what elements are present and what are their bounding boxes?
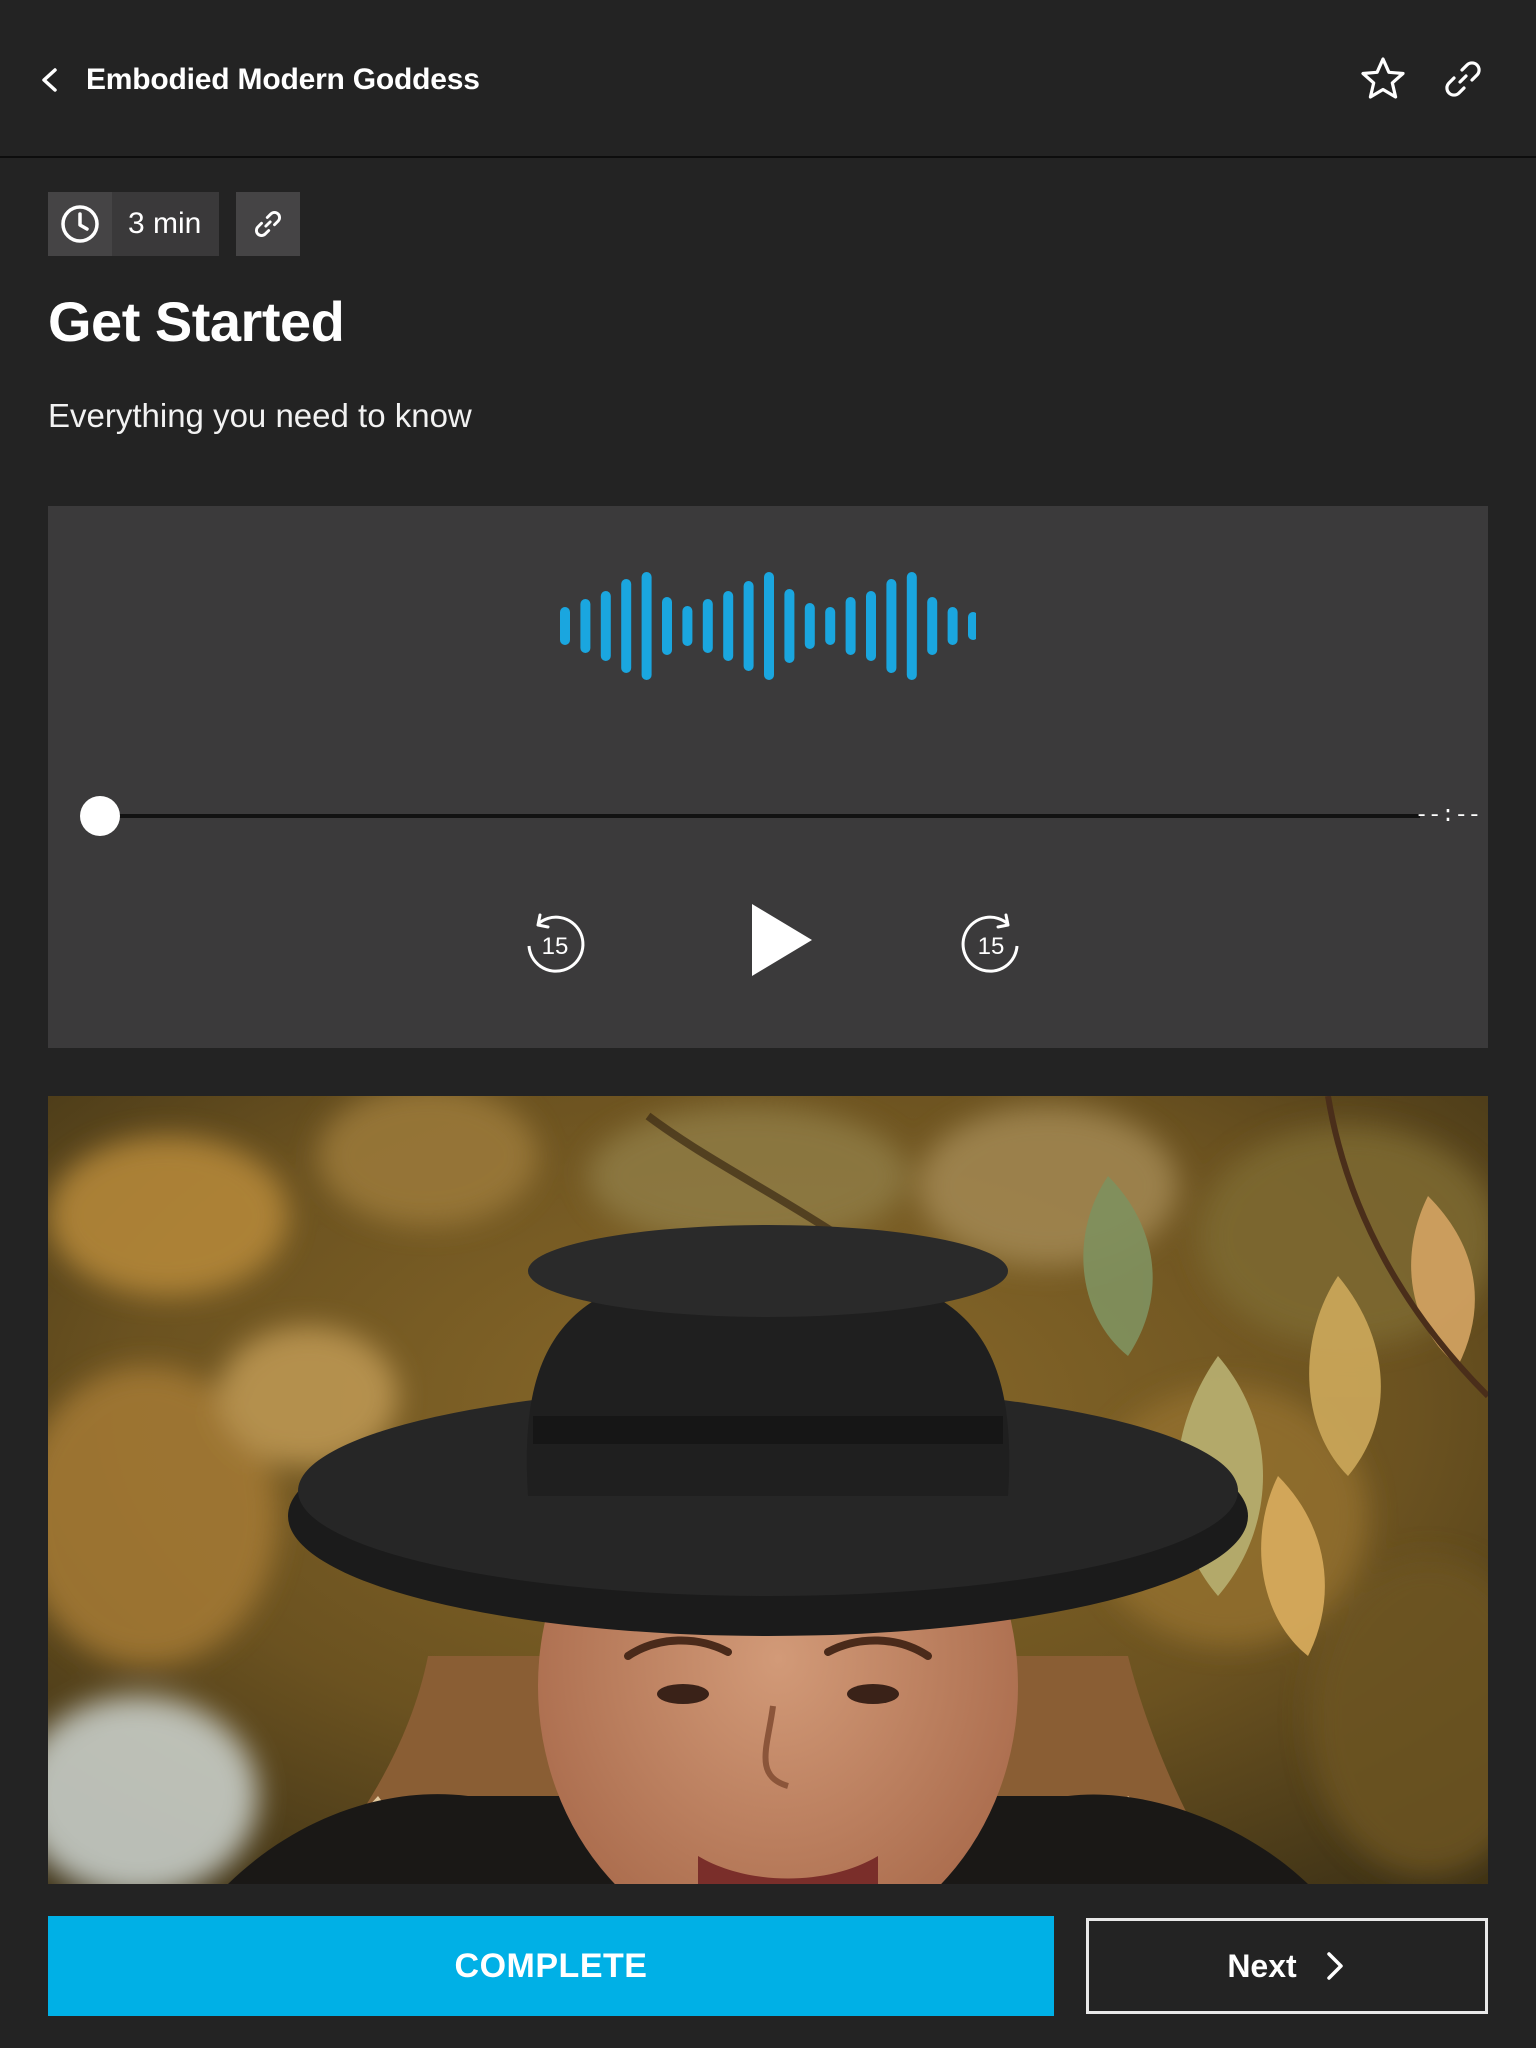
waveform-bar bbox=[764, 572, 774, 680]
complete-button[interactable]: COMPLETE bbox=[48, 1916, 1054, 2016]
cover-illustration bbox=[48, 1096, 1488, 1884]
waveform-bar bbox=[968, 612, 976, 640]
seek-bar[interactable] bbox=[100, 814, 1420, 818]
top-bar: Embodied Modern Goddess bbox=[0, 0, 1536, 158]
play-button[interactable] bbox=[730, 890, 830, 990]
waveform-bar bbox=[621, 579, 632, 673]
waveform-bar bbox=[845, 597, 856, 655]
waveform-bar bbox=[927, 597, 938, 655]
share-link-button[interactable] bbox=[1438, 54, 1488, 104]
link-icon bbox=[1445, 61, 1481, 97]
waveform-bar bbox=[784, 589, 795, 663]
copy-link-button[interactable] bbox=[236, 192, 300, 256]
lesson-cover-image bbox=[48, 1096, 1488, 1884]
lesson-screen: Embodied Modern Goddess 3 min Get Starte… bbox=[0, 0, 1536, 2048]
waveform-bar bbox=[682, 606, 693, 646]
waveform-bar bbox=[560, 607, 570, 645]
waveform-bar bbox=[600, 591, 611, 661]
waveform-icon bbox=[560, 572, 976, 680]
waveform-bar bbox=[825, 607, 836, 645]
duration-label: 3 min bbox=[128, 207, 202, 240]
rewind-seconds: 15 bbox=[542, 933, 569, 960]
forward-15-icon: 15 bbox=[961, 913, 1019, 973]
duration-icon-box bbox=[48, 192, 112, 256]
play-icon bbox=[752, 904, 812, 976]
waveform-bar bbox=[866, 591, 876, 661]
waveform-bar bbox=[906, 572, 917, 680]
lesson-subtitle: Everything you need to know bbox=[48, 397, 472, 434]
next-button[interactable]: Next bbox=[1086, 1918, 1488, 2014]
waveform-bar bbox=[723, 591, 734, 661]
seek-thumb[interactable] bbox=[80, 796, 120, 836]
clock-icon bbox=[61, 205, 99, 243]
waveform-bar bbox=[804, 603, 815, 649]
back-button[interactable] bbox=[36, 58, 68, 102]
rewind-15-icon: 15 bbox=[527, 913, 585, 973]
time-remaining: --:-- bbox=[1414, 803, 1481, 828]
waveform-bar bbox=[641, 572, 652, 680]
star-outline-icon bbox=[1361, 57, 1405, 99]
forward-button[interactable]: 15 bbox=[952, 902, 1032, 982]
duration-chip: 3 min bbox=[48, 192, 219, 256]
link-icon bbox=[255, 211, 281, 237]
waveform-bar bbox=[947, 607, 958, 645]
favorite-button[interactable] bbox=[1358, 54, 1408, 104]
rewind-button[interactable]: 15 bbox=[514, 902, 594, 982]
audio-player: --:-- 15 15 bbox=[48, 506, 1488, 1048]
course-title: Embodied Modern Goddess bbox=[86, 63, 480, 96]
lesson-title: Get Started bbox=[48, 290, 345, 353]
waveform-bar bbox=[886, 579, 897, 673]
waveform-bar bbox=[743, 581, 754, 671]
waveform-bar bbox=[580, 599, 591, 653]
waveform-bar bbox=[662, 597, 672, 655]
chevron-right-icon bbox=[1326, 1952, 1343, 1980]
forward-seconds: 15 bbox=[978, 933, 1005, 960]
waveform-bar bbox=[702, 599, 713, 653]
chevron-left-icon bbox=[42, 68, 57, 92]
next-label: Next bbox=[1227, 1947, 1297, 1984]
